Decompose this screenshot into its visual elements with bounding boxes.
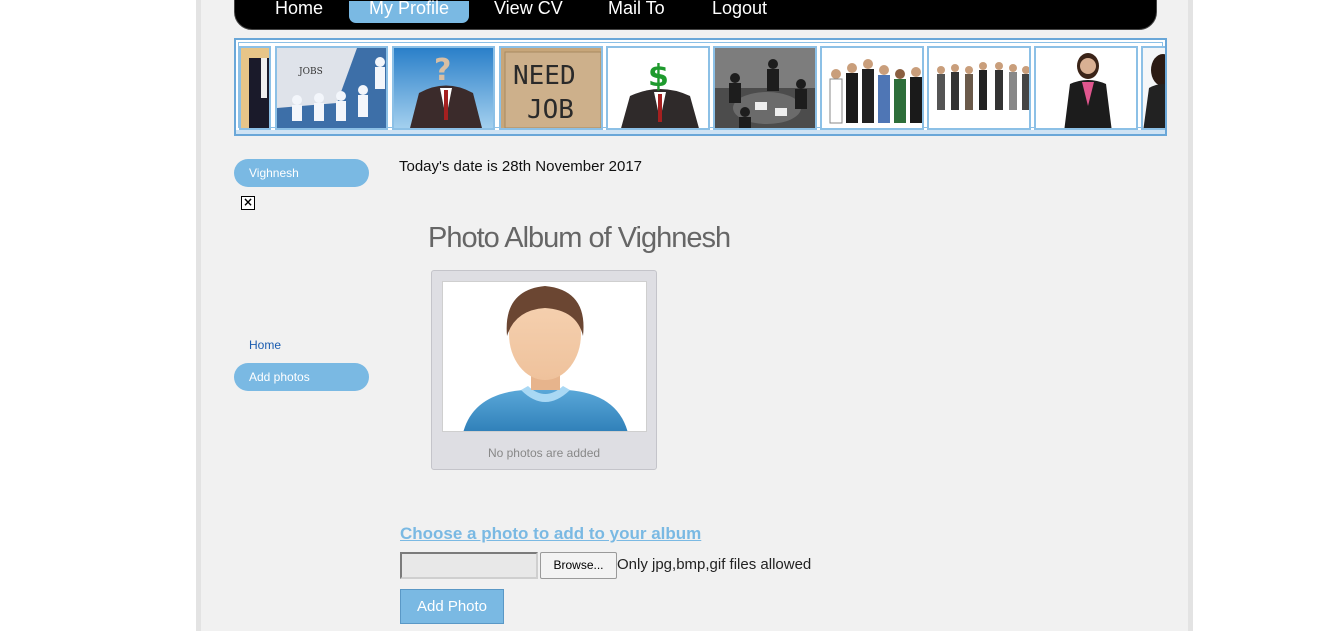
browse-button[interactable]: Browse... (540, 552, 617, 579)
top-navigation: Home My Profile View CV Mail To Logout (234, 0, 1157, 30)
banner-image-office-meeting (713, 46, 817, 130)
banner-image-job-classifieds: JOBS (275, 46, 388, 130)
file-type-hint: Only jpg,bmp,gif files allowed (617, 556, 812, 573)
nav-view-cv[interactable]: View CV (494, 0, 563, 23)
nav-home[interactable]: Home (275, 0, 323, 23)
file-path-input[interactable] (400, 552, 538, 579)
banner-carousel: JOBS ? NEED JOB $ (234, 38, 1167, 136)
banner-image-need-job-sign: NEED JOB (499, 46, 603, 130)
sidebar-add-photos-button[interactable]: Add photos (234, 363, 369, 391)
date-text: Today's date is 28th November 2017 (399, 158, 643, 175)
banner-frame: JOBS ? NEED JOB $ (238, 42, 1165, 130)
avatar-placeholder-icon (463, 286, 628, 431)
banner-image-dollar-head: $ (606, 46, 710, 130)
svg-text:NEED: NEED (513, 61, 576, 91)
choose-photo-link[interactable]: Choose a photo to add to your album (400, 524, 701, 544)
album-frame: No photos are added (431, 270, 657, 470)
banner-image-interview (1141, 46, 1165, 130)
banner-bottom-strip (236, 130, 1165, 134)
svg-text:JOB: JOB (527, 95, 574, 125)
svg-text:$: $ (648, 59, 669, 94)
banner-image-businesswoman (1034, 46, 1138, 130)
svg-text:JOBS: JOBS (298, 67, 323, 77)
banner-image-question-head: ? (392, 46, 495, 130)
add-photo-button[interactable]: Add Photo (400, 589, 504, 624)
sidebar-home-link[interactable]: Home (249, 338, 281, 352)
no-photos-text: No photos are added (487, 446, 601, 460)
nav-mail-to[interactable]: Mail To (608, 0, 665, 23)
banner-image-business-group (927, 46, 1031, 130)
sidebar-user-button[interactable]: Vighnesh (234, 159, 369, 187)
album-title: Photo Album of Vighnesh (428, 222, 731, 254)
nav-logout[interactable]: Logout (712, 0, 767, 23)
svg-text:?: ? (434, 53, 451, 88)
broken-image-icon: × (241, 195, 255, 210)
nav-my-profile[interactable]: My Profile (349, 0, 470, 23)
banner-image-partial-person (239, 46, 271, 130)
default-avatar (442, 281, 647, 432)
banner-image-service-staff (820, 46, 924, 130)
